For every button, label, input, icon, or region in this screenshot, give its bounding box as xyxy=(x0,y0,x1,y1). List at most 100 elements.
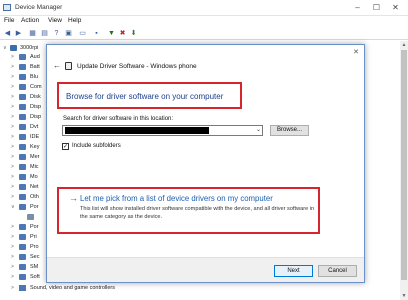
menu-help[interactable]: Help xyxy=(68,17,81,24)
tree-node[interactable]: > Key xyxy=(0,143,46,152)
expander-icon[interactable]: > xyxy=(11,164,14,170)
expander-icon[interactable]: > xyxy=(11,54,14,60)
update-driver-icon[interactable]: ▤ xyxy=(40,29,49,38)
expander-icon[interactable]: > xyxy=(11,224,14,230)
monitor-icon[interactable]: ▭ xyxy=(78,29,87,38)
expander-icon[interactable]: > xyxy=(11,74,14,80)
tree-node[interactable]: > Pro xyxy=(0,243,46,252)
tree-node-label: Dvt xyxy=(30,124,39,130)
back-arrow-icon[interactable]: ← xyxy=(53,61,61,71)
tree-node[interactable]: > Dvt xyxy=(0,123,46,132)
expander-icon[interactable]: > xyxy=(11,244,14,250)
expander-icon[interactable]: > xyxy=(11,254,14,260)
browse-button[interactable]: Browse... xyxy=(270,125,309,136)
tree-node[interactable]: > Soft xyxy=(0,273,46,282)
tree-node[interactable]: > Pri xyxy=(0,233,46,242)
dropdown-caret-icon[interactable]: ⌄ xyxy=(254,126,263,135)
tree-node[interactable]: > Oth xyxy=(0,193,46,202)
menu-action[interactable]: Action xyxy=(21,17,39,24)
device-category-icon xyxy=(19,264,26,270)
add-device-icon[interactable]: ▪ xyxy=(92,29,101,38)
close-button[interactable]: ✕ xyxy=(390,2,401,13)
checkbox-check-icon[interactable]: ✓ xyxy=(62,143,69,150)
device-category-icon xyxy=(19,174,26,180)
tree-node[interactable]: > Mo xyxy=(0,173,46,182)
device-icon xyxy=(27,214,34,220)
vertical-scrollbar[interactable]: ▲ ▼ xyxy=(400,41,408,300)
arrow-right-icon: → xyxy=(69,193,78,203)
cancel-button[interactable]: Cancel xyxy=(318,265,357,277)
scroll-down-arrow-icon[interactable]: ▼ xyxy=(400,292,408,300)
device-tree: ∨ 3000rpi > Aud > Batt > Blu > Com > Disk > Di… xyxy=(0,41,46,300)
expander-icon[interactable]: > xyxy=(11,144,14,150)
tree-node[interactable] xyxy=(0,213,46,222)
scroll-up-arrow-icon[interactable]: ▲ xyxy=(400,41,408,49)
device-category-icon xyxy=(19,104,26,110)
pick-from-list-link[interactable]: Let me pick from a list of device driver… xyxy=(80,194,273,203)
pick-from-list-option[interactable]: → Let me pick from a list of device driv… xyxy=(57,187,320,234)
device-category-icon xyxy=(19,144,26,150)
properties-icon[interactable]: ▦ xyxy=(28,29,37,38)
expander-icon[interactable]: > xyxy=(11,124,14,130)
scrollbar-thumb[interactable] xyxy=(401,50,407,280)
help-icon[interactable]: ? xyxy=(52,29,61,38)
tree-node[interactable]: > Net xyxy=(0,183,46,192)
next-button[interactable]: Next xyxy=(274,265,313,277)
expander-icon[interactable]: ∨ xyxy=(11,204,15,210)
forward-icon[interactable]: ▶ xyxy=(14,29,23,38)
expander-icon[interactable]: > xyxy=(11,285,14,291)
tree-node[interactable]: > Disk xyxy=(0,93,46,102)
uninstall-icon[interactable]: ✖ xyxy=(118,29,127,38)
expander-icon[interactable]: ∨ xyxy=(3,45,7,51)
tree-node-label: Sec xyxy=(30,254,40,260)
tree-node-label: Batt xyxy=(30,64,40,70)
device-category-icon xyxy=(19,124,26,130)
tree-node-label: 3000rpi xyxy=(20,45,39,51)
dialog-close-button[interactable]: ✕ xyxy=(351,48,361,58)
expander-icon[interactable]: > xyxy=(11,154,14,160)
pick-from-list-description: This list will show installed driver sof… xyxy=(80,206,315,220)
expander-icon[interactable]: > xyxy=(11,184,14,190)
tree-node[interactable]: > Blu xyxy=(0,73,46,82)
tree-node[interactable]: > Sec xyxy=(0,253,46,262)
expander-icon[interactable]: > xyxy=(11,94,14,100)
tree-node[interactable]: > Batt xyxy=(0,63,46,72)
download-icon[interactable]: ⬇ xyxy=(129,29,138,38)
expander-icon[interactable]: > xyxy=(11,264,14,270)
tree-node[interactable]: > Mer xyxy=(0,153,46,162)
tree-node-label: Net xyxy=(30,184,39,190)
scan-icon[interactable]: ▣ xyxy=(64,29,73,38)
tree-node-label: SM xyxy=(30,264,39,270)
tree-node[interactable]: > SM xyxy=(0,263,46,272)
tree-node[interactable]: > Aud xyxy=(0,53,46,62)
expander-icon[interactable]: > xyxy=(11,134,14,140)
expander-icon[interactable]: > xyxy=(11,84,14,90)
tree-node[interactable]: > Mic xyxy=(0,163,46,172)
expander-icon[interactable]: > xyxy=(11,114,14,120)
tree-node[interactable]: > Disp xyxy=(0,103,46,112)
disable-device-icon[interactable]: ▼ xyxy=(107,29,116,38)
expander-icon[interactable]: > xyxy=(11,174,14,180)
expander-icon[interactable]: > xyxy=(11,274,14,280)
expander-icon[interactable]: > xyxy=(11,64,14,70)
tree-node[interactable]: ∨ Por xyxy=(0,203,46,212)
menu-file[interactable]: File xyxy=(4,17,14,24)
expander-icon[interactable]: > xyxy=(11,234,14,240)
driver-location-value-redacted[interactable] xyxy=(65,127,209,134)
tree-node[interactable]: > Disp xyxy=(0,113,46,122)
tree-node[interactable]: > Por xyxy=(0,223,46,232)
expander-icon[interactable]: > xyxy=(11,104,14,110)
back-icon[interactable]: ◀ xyxy=(3,29,12,38)
menu-view[interactable]: View xyxy=(48,17,62,24)
driver-location-combobox[interactable]: ⌄ xyxy=(62,125,263,136)
minimize-button[interactable]: – xyxy=(352,2,363,13)
tree-node-label: Mic xyxy=(30,164,39,170)
tree-node[interactable]: > IDE xyxy=(0,133,46,142)
tree-node-label: Disp xyxy=(30,104,42,110)
tree-root-node[interactable]: ∨ 3000rpi xyxy=(0,44,46,53)
tree-node-label: Com xyxy=(30,84,42,90)
tree-node-sound-video-game[interactable]: > Sound, video and game controllers xyxy=(0,284,400,293)
tree-node[interactable]: > Com xyxy=(0,83,46,92)
expander-icon[interactable]: > xyxy=(11,194,14,200)
maximize-button[interactable]: ☐ xyxy=(371,2,382,13)
